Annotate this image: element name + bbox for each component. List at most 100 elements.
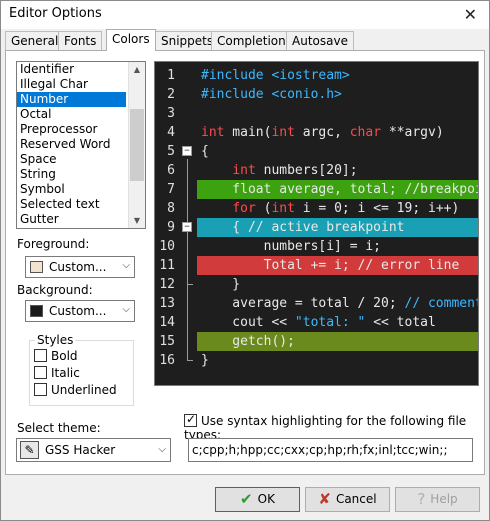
line-number: 11 bbox=[159, 258, 175, 273]
foreground-color-select[interactable]: Custom... ⌵ bbox=[25, 256, 135, 278]
code-line: 12 } bbox=[155, 275, 478, 294]
tab-autosave[interactable]: Autosave bbox=[286, 31, 354, 50]
underlined-option[interactable]: Underlined bbox=[34, 383, 117, 398]
list-item[interactable]: Gutter bbox=[17, 212, 145, 227]
cross-icon: ✘ bbox=[318, 490, 331, 508]
code-line: 4 int main(int argc, char **argv) bbox=[155, 123, 478, 142]
close-button[interactable]: ✕ bbox=[464, 5, 477, 24]
background-swatch bbox=[30, 305, 43, 317]
theme-value: GSS Hacker bbox=[45, 443, 116, 457]
tab-fonts[interactable]: Fonts bbox=[58, 31, 103, 50]
list-item[interactable]: Selected text bbox=[17, 197, 145, 212]
list-item[interactable]: String bbox=[17, 167, 145, 182]
code-text: average = total / 20; // comment bbox=[201, 296, 479, 311]
list-scrollbar[interactable]: ▲ ▼ bbox=[128, 62, 145, 228]
bold-label: Bold bbox=[51, 349, 78, 363]
editor-options-window: Editor Options ✕ General Fonts Colors Sn… bbox=[0, 0, 490, 521]
code-text: } bbox=[201, 277, 241, 292]
list-item[interactable]: Space bbox=[17, 152, 145, 167]
list-item[interactable]: Identifier bbox=[17, 62, 145, 77]
code-text: cout << "total: " << total bbox=[201, 315, 436, 330]
code-line: 9 − bbox=[155, 218, 197, 237]
file-types-input[interactable]: c;cpp;h;hpp;cc;cxx;cp;hp;rh;fx;inl;tcc;w… bbox=[188, 438, 473, 462]
background-color-select[interactable]: Custom... ⌵ bbox=[25, 300, 135, 322]
scroll-thumb[interactable] bbox=[130, 109, 144, 181]
scroll-down-icon[interactable]: ▼ bbox=[129, 213, 145, 228]
line-number: 10 bbox=[159, 239, 175, 254]
code-text: getch(); bbox=[201, 334, 295, 349]
code-line: 3 bbox=[155, 104, 478, 123]
title-bar: Editor Options ✕ bbox=[1, 1, 489, 29]
list-item[interactable]: Symbol bbox=[17, 182, 145, 197]
code-text: #include <iostream> bbox=[201, 68, 350, 83]
line-number: 7 bbox=[167, 182, 175, 197]
foreground-value: Custom... bbox=[49, 260, 107, 274]
line-number: 16 bbox=[159, 353, 175, 368]
tab-colors[interactable]: Colors bbox=[106, 29, 156, 51]
line-number: 15 bbox=[159, 334, 175, 349]
underlined-checkbox[interactable] bbox=[34, 383, 47, 396]
help-button[interactable]: ? Help bbox=[395, 487, 480, 512]
line-number: 2 bbox=[167, 87, 175, 102]
bold-checkbox[interactable] bbox=[34, 349, 47, 362]
code-text: int main(int argc, char **argv) bbox=[201, 125, 444, 140]
list-item[interactable]: Preprocessor bbox=[17, 122, 145, 137]
code-line: 6 int numbers[20]; bbox=[155, 161, 478, 180]
background-value: Custom... bbox=[49, 304, 107, 318]
background-label: Background: bbox=[17, 283, 93, 297]
help-label: Help bbox=[430, 492, 458, 506]
scroll-up-icon[interactable]: ▲ bbox=[129, 62, 145, 77]
list-item[interactable]: Octal bbox=[17, 107, 145, 122]
code-line: 8 for (int i = 0; i <= 19; i++) bbox=[155, 199, 478, 218]
code-line: 1 #include <iostream> bbox=[155, 66, 478, 85]
window-title: Editor Options bbox=[9, 6, 102, 21]
theme-icon: ✎ bbox=[20, 441, 39, 459]
underlined-label: Underlined bbox=[51, 383, 117, 397]
code-line: 16 } bbox=[155, 351, 478, 370]
colors-panel: Identifier Illegal Char Number Octal Pre… bbox=[5, 50, 485, 475]
code-line: 10 numbers[i] = i; bbox=[155, 237, 478, 256]
foreground-label: Foreground: bbox=[17, 237, 90, 251]
italic-option[interactable]: Italic bbox=[34, 366, 80, 381]
code-text: { bbox=[201, 144, 209, 159]
cancel-label: Cancel bbox=[335, 492, 377, 506]
cancel-button[interactable]: ✘ Cancel bbox=[305, 487, 390, 512]
line-number: 1 bbox=[167, 68, 175, 83]
line-number: 13 bbox=[159, 296, 175, 311]
line-number: 4 bbox=[167, 125, 175, 140]
fold-collapse-icon[interactable]: − bbox=[182, 222, 192, 232]
code-text: numbers[i] = i; bbox=[201, 239, 382, 254]
code-line: 13 average = total / 20; // comment bbox=[155, 294, 479, 313]
list-item-selected[interactable]: Number bbox=[17, 92, 126, 107]
foreground-swatch bbox=[30, 261, 43, 273]
italic-checkbox[interactable] bbox=[34, 366, 47, 379]
code-text: for (int i = 0; i <= 19; i++) bbox=[232, 201, 460, 216]
error-line: Total += i; // error line bbox=[197, 256, 478, 275]
code-text: #include <conio.h> bbox=[201, 87, 342, 102]
code-line: 11 bbox=[155, 256, 197, 275]
checkmark-icon: ✔ bbox=[240, 490, 253, 508]
line-number: 12 bbox=[159, 277, 175, 292]
syntax-highlight-checkbox[interactable] bbox=[184, 412, 197, 427]
fold-collapse-icon[interactable]: − bbox=[182, 146, 192, 156]
styles-group: Styles Bold Italic Underlined bbox=[29, 333, 134, 406]
line-number: 8 bbox=[167, 201, 175, 216]
list-item[interactable]: Reserved Word bbox=[17, 137, 145, 152]
ok-button[interactable]: ✔ OK bbox=[215, 487, 300, 512]
theme-select[interactable]: ✎ GSS Hacker ⌵ bbox=[16, 438, 171, 462]
tab-strip: General Fonts Colors Snippets Completion… bbox=[5, 29, 485, 51]
bold-option[interactable]: Bold bbox=[34, 349, 78, 364]
line-number: 3 bbox=[167, 106, 175, 121]
element-listbox[interactable]: Identifier Illegal Char Number Octal Pre… bbox=[16, 61, 146, 229]
list-item[interactable]: Illegal Char bbox=[17, 77, 145, 92]
line-number: 5 bbox=[167, 144, 175, 159]
code-line: 2 #include <conio.h> bbox=[155, 85, 478, 104]
code-line: 14 cout << "total: " << total bbox=[155, 313, 478, 332]
tab-snippets[interactable]: Snippets bbox=[155, 31, 220, 50]
highlighted-line: getch(); bbox=[197, 332, 478, 351]
ok-label: OK bbox=[257, 492, 275, 506]
tab-completion[interactable]: Completion bbox=[211, 31, 292, 50]
line-number: 6 bbox=[167, 163, 175, 178]
tab-general[interactable]: General bbox=[5, 31, 65, 50]
styles-group-title: Styles bbox=[35, 333, 76, 347]
